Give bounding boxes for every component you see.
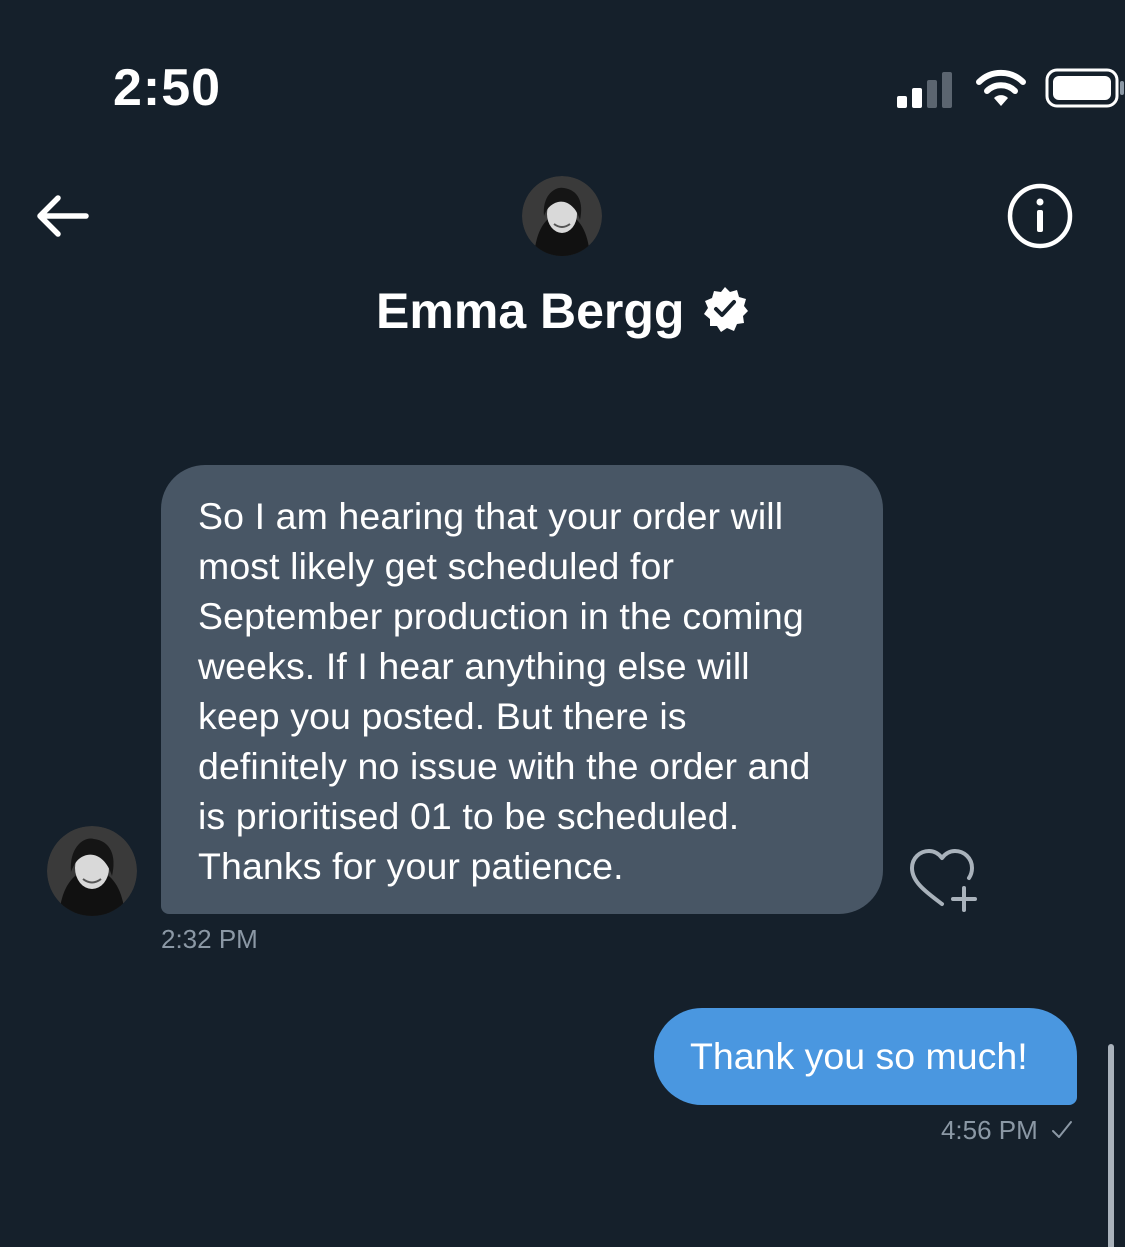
wifi-icon bbox=[976, 69, 1026, 106]
outgoing-message-text: Thank you so much! bbox=[690, 1035, 1028, 1077]
cellular-signal-icon bbox=[897, 72, 952, 108]
incoming-message-text: So I am hearing that your order will mos… bbox=[198, 495, 811, 887]
heart-plus-icon[interactable] bbox=[906, 846, 982, 914]
outgoing-message-meta: 4:56 PM bbox=[941, 1115, 1073, 1146]
verified-badge-icon bbox=[703, 287, 748, 332]
battery-icon bbox=[1045, 68, 1124, 108]
incoming-message-bubble[interactable]: So I am hearing that your order will mos… bbox=[161, 465, 883, 914]
status-time: 2:50 bbox=[113, 59, 222, 117]
dm-conversation-screen: 2:50 Emma Bergg So I am hearing that you… bbox=[0, 0, 1125, 1247]
info-icon[interactable] bbox=[1006, 182, 1074, 250]
outgoing-message-time: 4:56 PM bbox=[940, 1115, 1038, 1145]
contact-avatar[interactable] bbox=[522, 176, 602, 256]
back-arrow-icon[interactable] bbox=[30, 188, 94, 244]
scrollbar[interactable] bbox=[1108, 1044, 1114, 1247]
incoming-message-time: 2:32 PM bbox=[161, 924, 258, 954]
contact-name[interactable]: Emma Bergg bbox=[376, 282, 684, 340]
check-icon bbox=[1052, 1121, 1072, 1138]
sender-avatar[interactable] bbox=[47, 826, 137, 916]
outgoing-message-bubble[interactable]: Thank you so much! bbox=[654, 1008, 1077, 1105]
contact-name-row: Emma Bergg bbox=[0, 282, 1125, 346]
